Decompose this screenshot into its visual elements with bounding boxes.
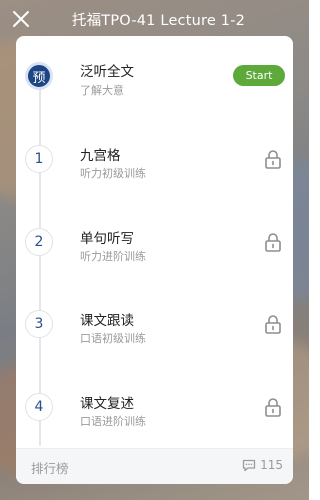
step-subtitle: 口语初级训练 <box>80 332 146 345</box>
step-item-preview[interactable]: 预 泛听全文 了解大意 Start <box>16 60 293 120</box>
step-title: 课文复述 <box>80 396 134 412</box>
step-subtitle: 听力初级训练 <box>80 167 146 180</box>
lesson-card: 预 泛听全文 了解大意 Start 1 九宫格 听力初级训练 2 单句听写 听力… <box>16 36 293 484</box>
page-title: 托福TPO-41 Lecture 1-2 <box>71 13 246 29</box>
step-badge: 3 <box>25 310 53 338</box>
comment-icon <box>242 459 256 471</box>
step-item-2[interactable]: 2 单句听写 听力进阶训练 <box>16 227 293 287</box>
leaderboard-link[interactable]: 排行榜 <box>31 458 69 477</box>
step-item-3[interactable]: 3 课文跟读 口语初级训练 <box>16 309 293 369</box>
step-badge: 预 <box>25 62 53 90</box>
step-title: 课文跟读 <box>80 313 134 329</box>
lock-icon <box>264 397 282 417</box>
lock-icon <box>264 314 282 334</box>
step-subtitle: 了解大意 <box>80 84 124 97</box>
comment-count: 115 <box>260 458 283 472</box>
step-subtitle: 听力进阶训练 <box>80 250 146 263</box>
app-screen: 托福TPO-41 Lecture 1-2 预 泛听全文 了解大意 Start 1… <box>0 0 309 500</box>
step-title: 单句听写 <box>80 231 134 247</box>
step-badge: 4 <box>25 393 53 421</box>
card-footer: 排行榜 115 <box>16 448 293 484</box>
step-item-4[interactable]: 4 课文复述 口语进阶训练 <box>16 392 293 452</box>
start-button[interactable]: Start <box>233 65 285 86</box>
top-bar: 托福TPO-41 Lecture 1-2 <box>0 0 309 38</box>
step-subtitle: 口语进阶训练 <box>80 415 146 428</box>
step-badge: 1 <box>25 145 53 173</box>
step-title: 九宫格 <box>80 148 121 164</box>
step-title: 泛听全文 <box>80 64 134 80</box>
lock-icon <box>264 232 282 252</box>
comments-button[interactable]: 115 <box>242 458 283 472</box>
step-badge: 2 <box>25 228 53 256</box>
step-item-1[interactable]: 1 九宫格 听力初级训练 <box>16 144 293 204</box>
lock-icon <box>264 149 282 169</box>
